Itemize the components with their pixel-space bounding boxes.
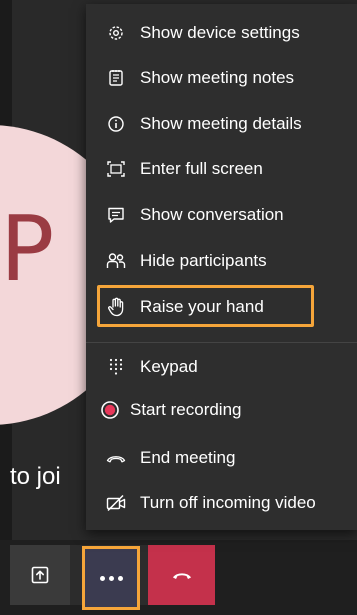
menu-item-meeting-notes[interactable]: Show meeting notes: [86, 56, 357, 100]
menu-item-label: Start recording: [130, 400, 242, 419]
menu-item-label: End meeting: [140, 448, 236, 467]
menu-item-label: Enter full screen: [140, 159, 263, 178]
menu-item-start-recording[interactable]: Start recording: [86, 388, 357, 432]
end-call-icon: [106, 448, 126, 468]
menu-item-label: Show meeting details: [140, 114, 302, 133]
menu-item-keypad[interactable]: Keypad: [86, 345, 357, 389]
raise-hand-highlight: [97, 285, 314, 327]
share-screen-button[interactable]: [10, 545, 70, 605]
meeting-stage: P to joi Show device settings Show meeti…: [0, 0, 357, 615]
menu-item-full-screen[interactable]: Enter full screen: [86, 147, 357, 191]
video-off-icon: [106, 493, 126, 513]
avatar-initial: P: [0, 200, 55, 300]
hang-up-icon: [171, 569, 193, 581]
menu-item-turn-off-video[interactable]: Turn off incoming video: [86, 481, 357, 525]
keypad-icon: [106, 357, 126, 377]
menu-item-label: Show meeting notes: [140, 68, 295, 87]
more-icon: [99, 575, 123, 581]
menu-item-meeting-details[interactable]: Show meeting details: [86, 102, 357, 146]
record-icon: [100, 400, 120, 420]
waiting-to-join-text: to joi: [10, 463, 61, 490]
menu-item-conversation[interactable]: Show conversation: [86, 193, 357, 237]
more-actions-menu: Show device settings Show meeting notes …: [86, 4, 357, 530]
share-screen-icon: [31, 566, 49, 584]
gear-icon: [106, 23, 126, 43]
menu-item-label: Turn off incoming video: [140, 493, 316, 512]
fullscreen-icon: [106, 159, 126, 179]
hang-up-button[interactable]: [148, 545, 215, 605]
menu-item-label: Hide participants: [140, 251, 267, 270]
menu-item-device-settings[interactable]: Show device settings: [86, 11, 357, 55]
menu-item-label: Keypad: [140, 357, 198, 376]
participants-icon: [106, 251, 126, 271]
info-icon: [106, 114, 126, 134]
notes-icon: [106, 68, 126, 88]
more-actions-button[interactable]: [82, 546, 140, 610]
menu-item-participants[interactable]: Hide participants: [86, 239, 357, 283]
menu-item-end-meeting[interactable]: End meeting: [86, 436, 357, 480]
chat-icon: [106, 205, 126, 225]
menu-divider: [86, 342, 357, 343]
menu-item-label: Show device settings: [140, 23, 300, 42]
menu-item-label: Show conversation: [140, 205, 284, 224]
